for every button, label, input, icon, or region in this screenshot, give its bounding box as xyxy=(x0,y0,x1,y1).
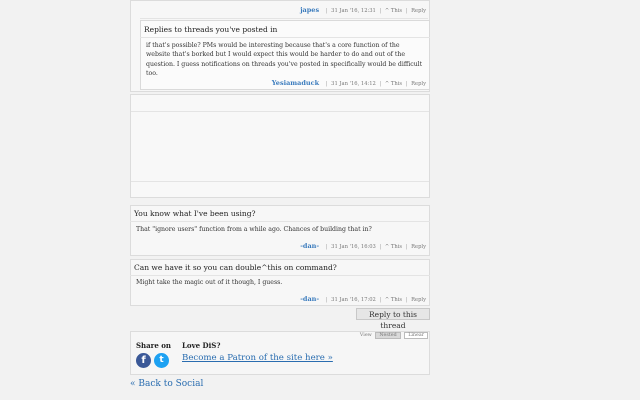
post-date: 31 Jan '16, 12:31 xyxy=(331,8,376,14)
post-meta: -dan- | 31 Jan '16, 17:02 | ^ This | Rep… xyxy=(300,295,426,303)
post-date: 31 Jan '16, 17:02 xyxy=(331,297,376,303)
post-meta: -dan- | 31 Jan '16, 16:03 | ^ This | Rep… xyxy=(300,242,426,250)
twitter-icon[interactable]: t xyxy=(154,353,169,368)
empty-post-placeholder xyxy=(130,94,430,198)
facebook-icon[interactable]: f xyxy=(136,353,151,368)
reply-link[interactable]: Reply xyxy=(411,297,426,303)
reply-link[interactable]: Reply xyxy=(411,244,426,250)
reply-link[interactable]: Reply xyxy=(411,81,426,87)
post-author-link[interactable]: -dan- xyxy=(300,295,319,303)
divider xyxy=(131,181,429,182)
post-subject: Can we have it so you can double^this on… xyxy=(134,263,337,272)
view-toggle: View Nested Linear xyxy=(350,332,428,341)
divider xyxy=(140,18,428,19)
view-nested-button[interactable]: Nested xyxy=(375,332,401,339)
post-date: 31 Jan '16, 16:03 xyxy=(331,244,376,250)
divider xyxy=(140,37,430,38)
post-body: if that's possible? PMs would be interes… xyxy=(146,42,423,77)
post-subject: Replies to threads you've posted in xyxy=(144,25,278,34)
upvote-link[interactable]: ^ This xyxy=(385,297,402,303)
post-body: That "ignore users" function from a whil… xyxy=(136,226,372,233)
post-meta: japes | 31 Jan '16, 12:31 | ^ This | Rep… xyxy=(300,6,426,14)
post-subject: You know what I've been using? xyxy=(134,209,256,218)
post-meta: Yesiamaduck | 31 Jan '16, 14:12 | ^ This… xyxy=(271,79,426,87)
upvote-link[interactable]: ^ This xyxy=(385,81,402,87)
post-author-link[interactable]: Yesiamaduck xyxy=(272,79,319,87)
back-to-social-link[interactable]: « Back to Social xyxy=(130,379,250,389)
post-body: Might take the magic out of it though, I… xyxy=(136,279,283,286)
view-linear-button[interactable]: Linear xyxy=(404,332,428,339)
upvote-link[interactable]: ^ This xyxy=(385,8,402,14)
reply-to-thread-button[interactable]: Reply to this thread xyxy=(356,308,430,330)
divider xyxy=(131,111,429,112)
divider xyxy=(130,275,430,276)
post-author-link[interactable]: -dan- xyxy=(300,242,319,250)
upvote-link[interactable]: ^ This xyxy=(385,244,402,250)
share-label: Share on xyxy=(136,341,172,350)
reply-link[interactable]: Reply xyxy=(411,8,426,14)
divider xyxy=(130,221,430,222)
patron-link[interactable]: Become a Patron of the site here » xyxy=(182,353,352,363)
post-date: 31 Jan '16, 14:12 xyxy=(331,81,376,87)
love-dis-label: Love DiS? xyxy=(182,341,221,350)
view-label: View xyxy=(359,333,372,338)
post-author-link[interactable]: japes xyxy=(300,6,319,14)
